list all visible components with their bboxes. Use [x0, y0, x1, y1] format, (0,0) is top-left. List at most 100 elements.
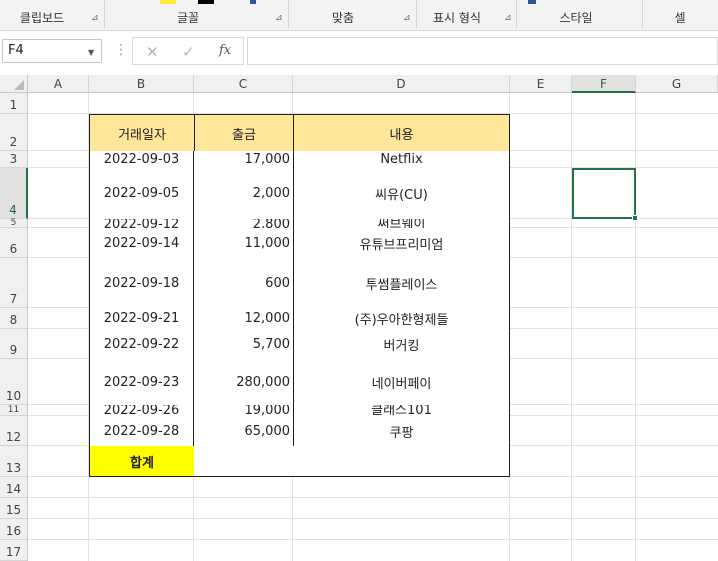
table-cell-date[interactable]: 2022-09-23 — [89, 359, 194, 406]
row-number: 11 — [7, 405, 20, 415]
table-cell-amount[interactable]: 600 — [194, 258, 293, 309]
row-header-11[interactable]: 11 — [0, 405, 28, 416]
column-header-d[interactable]: D — [293, 75, 510, 93]
ribbon-group-clipboard: 클립보드 — [19, 11, 65, 25]
name-box[interactable]: F4 — [2, 39, 102, 63]
table-cell-description[interactable]: 투썸플레이스 — [293, 258, 510, 309]
row-header-17[interactable]: 17 — [0, 540, 28, 561]
row-number: 17 — [5, 545, 22, 559]
number-launcher-icon[interactable]: ⊿ — [504, 13, 512, 23]
style-icon[interactable] — [528, 0, 536, 4]
table-cell-description[interactable]: 버거킹 — [293, 329, 510, 360]
cancel-icon[interactable]: ✕ — [146, 43, 159, 61]
row-number: 10 — [5, 389, 22, 403]
table-cell-amount[interactable]: 280,000 — [194, 359, 293, 406]
table-cell-amount[interactable]: 5,700 — [194, 329, 293, 360]
table-cell-date[interactable]: 2022-09-21 — [89, 308, 194, 330]
row-number: 3 — [9, 152, 18, 166]
row-number: 14 — [5, 482, 22, 496]
ribbon-separator — [642, 0, 643, 28]
ribbon-group-font: 글꼴 — [176, 11, 200, 25]
table-cell-description[interactable]: 씨유(CU) — [293, 168, 510, 220]
table-cell-amount[interactable]: 11,000 — [194, 228, 293, 259]
column-header-e[interactable]: E — [510, 75, 572, 93]
row-header-1[interactable]: 1 — [0, 93, 28, 114]
row-number: 4 — [9, 203, 17, 217]
table-cell-description[interactable]: 네이버페이 — [293, 359, 510, 406]
column-header-f[interactable]: F — [572, 75, 636, 93]
row-header-8[interactable]: 8 — [0, 308, 28, 329]
gridline — [28, 539, 718, 540]
table-cell-description[interactable]: 쿠팡 — [293, 416, 510, 447]
insert-function-icon[interactable]: fx — [219, 43, 231, 58]
table-cell-amount[interactable]: 65,000 — [194, 416, 293, 447]
row-number: 13 — [5, 461, 22, 475]
table-header-amount[interactable]: 출금 — [194, 114, 294, 152]
total-label[interactable]: 합계 — [89, 446, 195, 477]
chevron-down-icon[interactable]: ▼ — [88, 48, 94, 57]
row-header-9[interactable]: 9 — [0, 329, 28, 359]
column-header-b[interactable]: B — [89, 75, 194, 93]
row-number: 6 — [9, 242, 18, 256]
more-options-icon[interactable]: ⋮ — [114, 42, 128, 58]
select-all-icon — [14, 80, 24, 90]
table-cell-description[interactable]: Netflix — [293, 151, 510, 169]
row-header-10[interactable]: 10 — [0, 359, 28, 405]
highlight-color-icon[interactable] — [160, 0, 176, 4]
ribbon-group-cells: 셀 — [674, 11, 686, 25]
row-number: 1 — [9, 98, 18, 112]
format-icon[interactable] — [250, 0, 256, 4]
row-header-13[interactable]: 13 — [0, 446, 28, 477]
table-cell-date[interactable]: 2022-09-28 — [89, 416, 194, 447]
clipboard-launcher-icon[interactable]: ⊿ — [91, 13, 99, 23]
table-cell-date[interactable]: 2022-09-18 — [89, 258, 194, 309]
table-header-description[interactable]: 내용 — [293, 114, 510, 152]
row-header-16[interactable]: 16 — [0, 519, 28, 540]
table-cell-amount[interactable]: 12,000 — [194, 308, 293, 330]
row-number: 12 — [5, 430, 22, 444]
row-number: 8 — [9, 313, 18, 327]
gridline — [28, 497, 718, 498]
table-header-date[interactable]: 거래일자 — [89, 114, 195, 152]
ribbon: 클립보드 ⊿ 글꼴 ⊿ 맞춤 ⊿ 표시 형식 ⊿ 스타일 셀 — [0, 0, 718, 31]
row-number: 15 — [5, 503, 22, 517]
table-cell-date[interactable]: 2022-09-03 — [89, 151, 194, 169]
ribbon-separator — [516, 0, 517, 28]
ribbon-group-number: 표시 형식 — [433, 11, 481, 25]
enter-icon[interactable]: ✓ — [182, 43, 195, 61]
fill-handle[interactable] — [632, 215, 638, 221]
row-header-7[interactable]: 7 — [0, 258, 28, 308]
row-header-4[interactable]: 4 — [0, 168, 28, 219]
table-cell-date[interactable]: 2022-09-22 — [89, 329, 194, 360]
row-header-2[interactable]: 2 — [0, 114, 28, 151]
formula-input[interactable] — [247, 37, 718, 65]
column-header-a[interactable]: A — [28, 75, 89, 93]
ribbon-separator — [416, 0, 417, 28]
gridline — [28, 518, 718, 519]
table-cell-description[interactable]: (주)우아한형제들 — [293, 308, 510, 330]
font-color-icon[interactable] — [198, 0, 214, 4]
gridline — [571, 93, 572, 561]
table-cell-date[interactable]: 2022-09-05 — [89, 168, 194, 220]
row-header-6[interactable]: 6 — [0, 228, 28, 258]
total-value[interactable] — [194, 446, 510, 477]
ribbon-separator — [288, 0, 289, 28]
font-launcher-icon[interactable]: ⊿ — [275, 13, 283, 23]
table-cell-description[interactable]: 유튜브프리미엄 — [293, 228, 510, 259]
row-header-15[interactable]: 15 — [0, 498, 28, 519]
column-header-g[interactable]: G — [636, 75, 718, 93]
table-cell-amount[interactable]: 17,000 — [194, 151, 293, 169]
alignment-launcher-icon[interactable]: ⊿ — [403, 13, 411, 23]
active-cell-f4[interactable] — [572, 168, 636, 219]
column-header-c[interactable]: C — [194, 75, 293, 93]
row-header-3[interactable]: 3 — [0, 151, 28, 168]
table-cell-date[interactable]: 2022-09-14 — [89, 228, 194, 259]
row-header-5[interactable]: 5 — [0, 219, 28, 228]
row-header-12[interactable]: 12 — [0, 416, 28, 446]
row-number: 5 — [10, 218, 17, 228]
row-header-14[interactable]: 14 — [0, 477, 28, 498]
table-cell-amount[interactable]: 2,000 — [194, 168, 293, 220]
row-number: 2 — [9, 135, 18, 149]
ribbon-group-alignment: 맞춤 — [331, 11, 355, 25]
row-number: 7 — [9, 292, 18, 306]
